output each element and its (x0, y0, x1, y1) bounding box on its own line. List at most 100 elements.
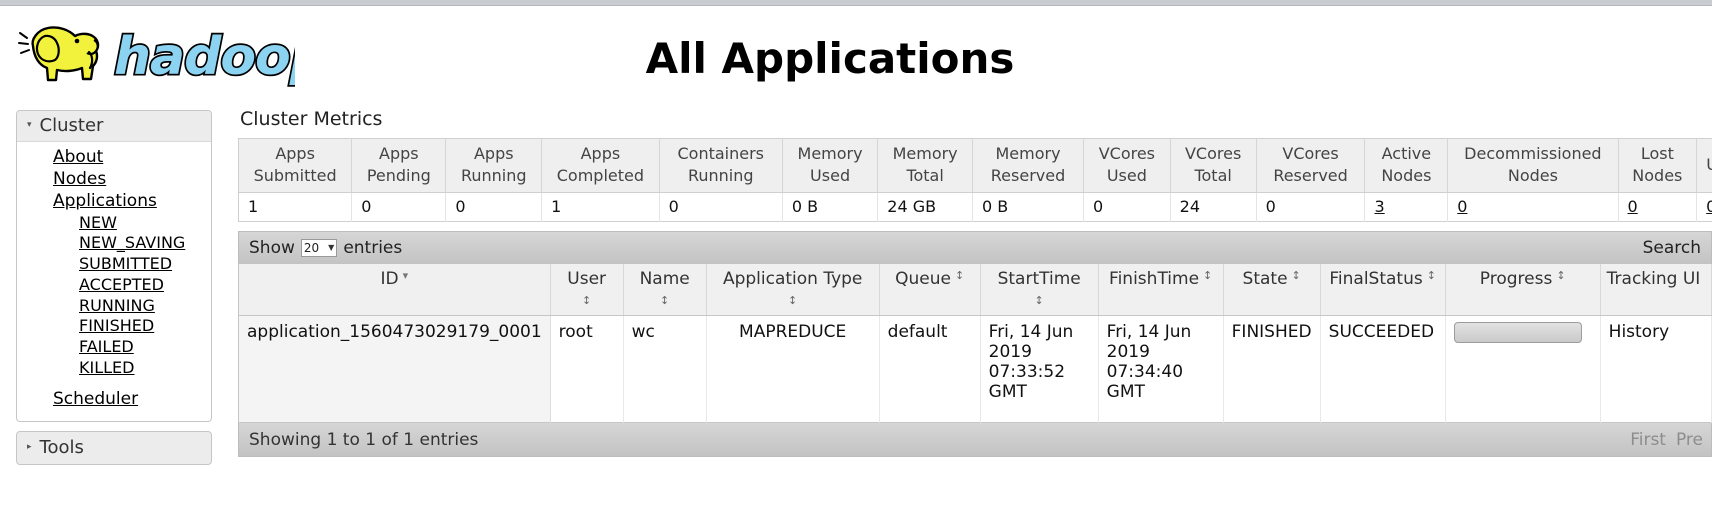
page-length-control: Show 20 ▼ entries (249, 238, 402, 258)
datatable-info: Showing 1 to 1 of 1 entries (249, 429, 479, 450)
sort-both-icon[interactable] (788, 294, 797, 307)
col-header-id[interactable]: ID (238, 264, 551, 317)
metrics-col-vcores-used: VCores Used (1083, 138, 1171, 194)
col-header-user[interactable]: User (550, 264, 624, 317)
sidebar-item-nodes[interactable]: Nodes (17, 169, 211, 191)
cell-queue: default (879, 315, 981, 423)
sidebar-item-about[interactable]: About (17, 147, 211, 169)
col-label-id: ID (380, 269, 399, 290)
page-header: hadoop All Applications (0, 6, 1712, 106)
pagination-first[interactable]: First (1630, 430, 1666, 450)
sidebar-item-state-new-saving[interactable]: NEW_SAVING (17, 233, 211, 254)
metrics-col-decommissioned-nodes: Decommissioned Nodes (1447, 138, 1619, 194)
cell-application-type: MAPREDUCE (706, 315, 880, 423)
sidebar-tools-header[interactable]: ▸ Tools (17, 432, 211, 464)
sidebar-tools-block[interactable]: ▸ Tools (16, 431, 212, 466)
sort-both-icon[interactable] (660, 294, 669, 307)
metrics-col-lost-nodes: Lost Nodes (1618, 138, 1698, 194)
col-header-state[interactable]: State (1223, 264, 1321, 317)
sidebar-tools-label: Tools (39, 437, 84, 459)
chevron-right-icon[interactable]: ▸ (27, 443, 32, 452)
sidebar-item-scheduler[interactable]: Scheduler (17, 389, 211, 411)
metrics-value-apps-pending: 0 (351, 192, 447, 222)
sidebar-item-state-submitted[interactable]: SUBMITTED (17, 254, 211, 275)
metrics-value-active-nodes[interactable]: 3 (1364, 192, 1449, 222)
cell-finalstatus: SUCCEEDED (1320, 315, 1446, 423)
col-header-application-type[interactable]: Application Type (706, 264, 880, 317)
metrics-col-unhealthy-nodes-truncated: U (1696, 138, 1712, 194)
sidebar-item-state-killed[interactable]: KILLED (17, 358, 211, 379)
metrics-col-apps-completed: Apps Completed (541, 138, 660, 194)
sort-both-icon[interactable] (1035, 294, 1044, 307)
sidebar-cluster-header[interactable]: ▾ Cluster (17, 111, 211, 142)
sort-both-icon[interactable] (582, 294, 591, 307)
tracking-ui-link[interactable]: History (1609, 322, 1669, 342)
cell-application-id[interactable]: application_1560473029179_0001 (238, 315, 551, 423)
sort-both-icon[interactable] (1427, 269, 1436, 282)
progress-bar (1453, 322, 1582, 344)
col-header-finalstatus[interactable]: FinalStatus (1320, 264, 1446, 317)
metrics-col-active-nodes: Active Nodes (1364, 138, 1449, 194)
sidebar-cluster-label: Cluster (39, 115, 104, 136)
col-header-name[interactable]: Name (623, 264, 707, 317)
metrics-value-lost-nodes[interactable]: 0 (1618, 192, 1698, 222)
sort-both-icon[interactable] (1203, 269, 1212, 282)
metrics-col-vcores-total: VCores Total (1170, 138, 1257, 194)
pagination-previous[interactable]: Pre (1676, 430, 1703, 450)
sidebar-item-state-finished[interactable]: FINISHED (17, 316, 211, 337)
sort-both-icon[interactable] (1556, 269, 1565, 282)
cell-tracking-ui[interactable]: History (1600, 315, 1712, 423)
metrics-value-memory-reserved: 0 B (972, 192, 1085, 222)
chevron-down-icon[interactable]: ▾ (27, 121, 32, 130)
search-label[interactable]: Search (1643, 238, 1703, 258)
table-row: application_1560473029179_0001 root wc M… (238, 315, 1712, 423)
cell-progress (1445, 315, 1601, 423)
col-header-starttime[interactable]: StartTime (980, 264, 1099, 317)
decommissioned-nodes-link[interactable]: 0 (1457, 197, 1467, 216)
col-label-finishtime: FinishTime (1109, 269, 1200, 290)
col-header-finishtime[interactable]: FinishTime (1098, 264, 1224, 317)
sidebar-item-applications[interactable]: Applications (17, 191, 211, 213)
page-length-select[interactable]: 20 ▼ (300, 239, 338, 258)
sort-both-icon[interactable] (1292, 269, 1301, 282)
col-label-user: User (567, 269, 607, 290)
metrics-col-apps-running: Apps Running (445, 138, 543, 194)
metrics-value-decommissioned-nodes[interactable]: 0 (1447, 192, 1619, 222)
pagination-controls[interactable]: First Pre (1630, 430, 1705, 450)
metrics-value-apps-completed: 1 (541, 192, 660, 222)
col-label-name: Name (639, 269, 690, 290)
sidebar-item-state-running[interactable]: RUNNING (17, 296, 211, 317)
sidebar-item-state-new[interactable]: NEW (17, 213, 211, 234)
lost-nodes-link[interactable]: 0 (1628, 197, 1638, 216)
entries-label: entries (343, 238, 403, 259)
metrics-col-apps-submitted: Apps Submitted (238, 138, 353, 194)
metrics-value-containers-running: 0 (659, 192, 783, 222)
page-length-value: 20 (303, 241, 320, 256)
metrics-col-memory-used: Memory Used (782, 138, 879, 194)
sort-both-icon[interactable] (955, 269, 964, 282)
col-header-tracking-ui[interactable]: Tracking UI (1600, 264, 1712, 317)
applications-table: ID User Name Application Type (238, 264, 1712, 424)
sidebar-item-state-accepted[interactable]: ACCEPTED (17, 275, 211, 296)
metrics-value-memory-used: 0 B (782, 192, 879, 222)
sort-desc-icon[interactable] (403, 269, 409, 282)
active-nodes-link[interactable]: 3 (1374, 197, 1384, 216)
unhealthy-nodes-link[interactable]: 0 (1706, 197, 1712, 216)
sidebar-item-state-failed[interactable]: FAILED (17, 337, 211, 358)
page-title: All Applications (645, 34, 1015, 83)
col-label-state: State (1242, 269, 1288, 290)
sidebar-cluster-body: About Nodes Applications NEW NEW_SAVING … (17, 142, 211, 421)
col-header-queue[interactable]: Queue (879, 264, 981, 317)
cell-state: FINISHED (1223, 315, 1321, 423)
metrics-value-vcores-reserved: 0 (1256, 192, 1366, 222)
application-id-link[interactable]: application_1560473029179_0001 (247, 322, 542, 342)
show-label: Show (249, 238, 295, 259)
col-header-progress[interactable]: Progress (1445, 264, 1601, 317)
chevron-down-icon: ▼ (328, 243, 335, 253)
cell-finishtime: Fri, 14 Jun 2019 07:34:40 GMT (1098, 315, 1224, 423)
metrics-value-apps-running: 0 (445, 192, 543, 222)
metrics-value-unhealthy-nodes[interactable]: 0 (1696, 192, 1712, 222)
datatable-footer: Showing 1 to 1 of 1 entries First Pre (238, 423, 1712, 458)
datatable-toolbar: Show 20 ▼ entries Search (238, 231, 1712, 265)
